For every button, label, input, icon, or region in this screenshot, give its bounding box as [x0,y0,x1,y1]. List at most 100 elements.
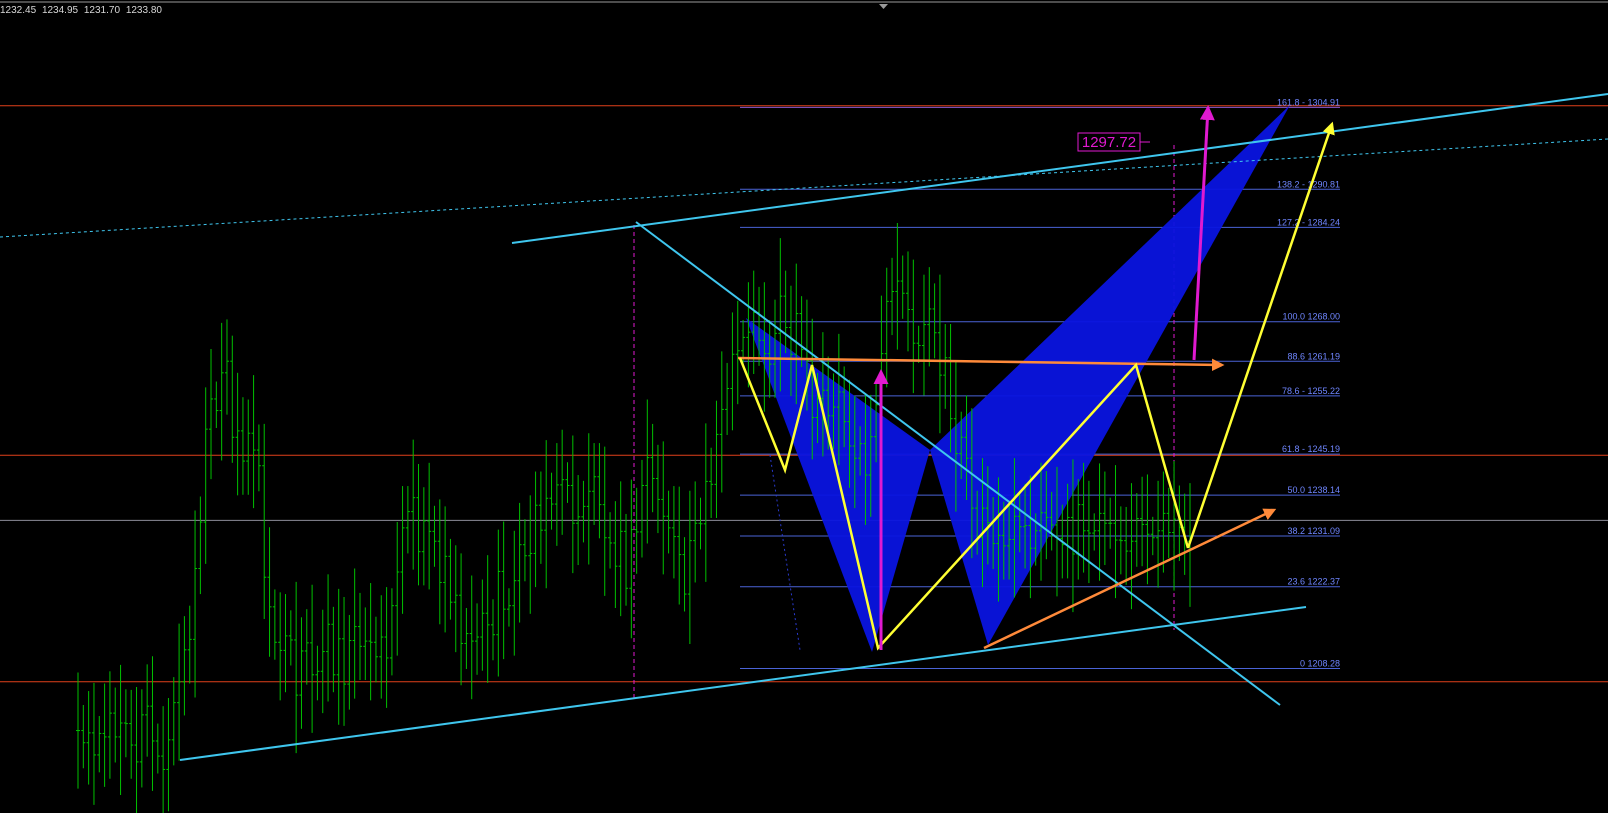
price-bar [475,603,480,675]
price-bar [331,606,336,693]
price-bar [491,599,496,661]
price-bar [937,274,942,434]
price-chart[interactable]: 161.8 - 1304.91 138.2 - 1290.81 127.2 - 12… [0,0,1608,813]
price-bar [911,259,916,394]
price-bar [703,423,708,582]
price-bar [602,446,607,596]
price-bar [629,479,634,639]
price-bar [1172,461,1177,591]
price-bar [1113,465,1118,599]
price-bar [405,486,410,554]
price-bar [389,588,394,676]
price-bar [501,521,506,660]
fib-label-50.0: 50.0 1238.14 [1287,485,1340,495]
price-bar [645,399,650,544]
price-bar [932,283,937,359]
price-bar [639,459,644,558]
price-bar [400,486,405,614]
price-bar [538,471,543,564]
price-bar [544,440,549,589]
price-bar [395,522,400,656]
price-bar [240,397,245,495]
price-bar [129,689,134,779]
fib-label-0: 0 1208.28 [1300,659,1340,669]
price-bar [1086,480,1091,584]
price-bar [76,672,80,789]
fib-label-100.0: 100.0 1268.00 [1282,312,1340,322]
price-bar [1134,493,1139,567]
price-bar [86,691,91,785]
price-bar [150,656,155,791]
price-bar [437,499,442,625]
price-bar [677,486,682,605]
price-bar [315,645,320,701]
price-box-label: 1297.72 [1082,134,1136,151]
price-bar [725,362,730,435]
price-bar [1161,471,1166,573]
fib-label-127.2: 127.2 - 1284.24 [1277,217,1340,227]
price-bar [549,472,554,530]
price-bar [528,495,533,614]
price-bar [134,686,139,813]
price-bar [927,267,932,367]
price-bar [448,538,453,620]
price-bar [209,349,214,480]
price-bar [182,616,187,716]
price-bar [884,267,889,388]
price-bar [411,439,416,570]
price-bar [682,537,687,612]
price-bar [597,443,602,539]
price-bar [342,596,347,726]
price-bar [1124,506,1129,585]
price-bar [347,614,352,710]
price-bar [368,583,373,701]
price-bar [618,481,623,617]
price-bar [921,274,926,396]
price-bar [193,510,198,698]
price-bar [522,519,527,582]
price-bar [735,300,740,405]
channel-upper [511,93,1608,244]
price-bar [698,497,703,550]
price-bar [219,322,224,461]
price-bar [570,435,575,574]
price-bar [91,682,96,805]
price-bar [565,462,570,503]
price-bar [714,400,719,518]
price-bar [464,608,469,669]
price-bar [107,671,112,779]
price-bar [1156,480,1161,588]
price-bar [256,424,261,492]
fib-label-138.2: 138.2 - 1290.81 [1277,179,1340,189]
price-bar [443,506,448,633]
price-bar [1145,474,1150,585]
price-bar [352,568,357,699]
price-bar [177,623,182,761]
price-bar [746,282,751,388]
price-bar [97,716,102,773]
price-bar [533,471,538,588]
price-bar [1166,487,1171,559]
price-bar [310,584,315,733]
price-bar [506,588,511,627]
price-bar [139,689,144,788]
price-bar [1102,471,1107,566]
price-bar [81,704,86,769]
price-bar [421,487,426,586]
price-bar [299,617,304,729]
price-bar [166,698,171,812]
price-bar [560,429,565,535]
fib-label-161.8: 161.8 - 1304.91 [1277,97,1340,107]
price-bar [416,463,421,586]
price-bar [251,375,256,509]
price-bar [336,588,341,725]
price-bar [214,381,219,428]
price-bar [155,723,160,774]
price-bar [900,255,905,319]
fib-label-38.2: 38.2 1231.09 [1287,526,1340,536]
price-bar [469,575,474,700]
fib-label-23.6: 23.6 1222.37 [1287,577,1340,587]
price-bar [278,592,283,701]
price-bar [1108,497,1113,549]
fib-label-78.6: 78.6 - 1255.22 [1282,386,1340,396]
